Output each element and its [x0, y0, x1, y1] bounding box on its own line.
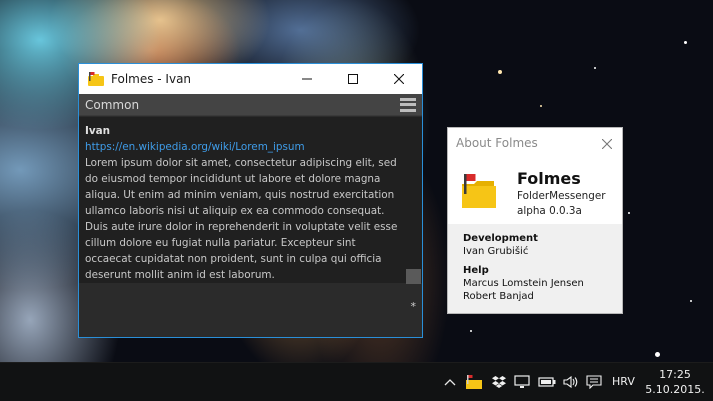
- channel-label[interactable]: Common: [85, 98, 400, 112]
- taskbar: HRV 17:25 5.10.2015.: [0, 362, 713, 401]
- message-text: Lorem ipsum dolor sit amet, consectetur …: [85, 157, 398, 281]
- folmes-app-icon: [87, 71, 105, 87]
- hamburger-menu-icon[interactable]: [400, 97, 416, 112]
- about-app-subtitle: FolderMessenger: [517, 190, 606, 202]
- clock-time: 17:25: [659, 368, 691, 381]
- help-heading: Help: [463, 265, 489, 276]
- wallpaper-star: [628, 212, 630, 214]
- chevron-up-icon[interactable]: [442, 373, 458, 391]
- about-credits: Development Ivan Grubišić Help Marcus Lo…: [448, 224, 622, 303]
- developer-name: Ivan Grubišić: [463, 246, 529, 257]
- clock-date: 5.10.2015.: [645, 383, 705, 396]
- wallpaper-star: [690, 300, 692, 302]
- wallpaper-star: [594, 67, 596, 69]
- wallpaper-star: [470, 330, 472, 332]
- message-input[interactable]: [79, 284, 422, 337]
- battery-icon[interactable]: [537, 373, 557, 391]
- main-window: Folmes - Ivan Common Ivan https://en.wik…: [78, 63, 423, 338]
- development-heading: Development: [463, 233, 538, 244]
- minimize-button[interactable]: [284, 64, 330, 94]
- close-button[interactable]: [376, 64, 422, 94]
- wallpaper-star: [540, 105, 542, 107]
- language-indicator[interactable]: HRV: [612, 375, 635, 388]
- channel-header: Common: [79, 94, 422, 116]
- about-window: About Folmes Folmes FolderMessenger alph…: [447, 127, 623, 314]
- maximize-button[interactable]: [330, 64, 376, 94]
- about-app-name: Folmes: [517, 169, 581, 188]
- wallpaper-star: [684, 41, 687, 44]
- dropbox-icon[interactable]: [490, 373, 508, 391]
- folmes-tray-icon[interactable]: [464, 373, 484, 391]
- helper-name: Marcus Lomstein Jensen: [463, 278, 584, 289]
- message-link[interactable]: https://en.wikipedia.org/wiki/Lorem_ipsu…: [85, 139, 404, 155]
- main-window-titlebar[interactable]: Folmes - Ivan: [79, 64, 422, 94]
- wallpaper-star: [498, 70, 502, 74]
- message-list[interactable]: Ivan https://en.wikipedia.org/wiki/Lorem…: [79, 117, 422, 283]
- notifications-icon[interactable]: [585, 373, 603, 391]
- input-marker: *: [410, 300, 417, 313]
- wallpaper-star: [655, 352, 660, 357]
- about-app-version: alpha 0.0.3a: [517, 205, 582, 217]
- about-close-button[interactable]: [592, 134, 622, 153]
- folmes-logo-icon: [460, 172, 498, 210]
- about-window-title: About Folmes: [456, 136, 538, 150]
- about-header: Folmes FolderMessenger alpha 0.0.3a: [448, 158, 622, 224]
- about-window-titlebar[interactable]: About Folmes: [448, 128, 622, 158]
- scrollbar-thumb[interactable]: [406, 269, 421, 284]
- message-author: Ivan: [85, 125, 111, 137]
- volume-icon[interactable]: [562, 373, 580, 391]
- network-icon[interactable]: [513, 373, 531, 391]
- helper-name: Robert Banjad: [463, 291, 534, 302]
- main-window-title: Folmes - Ivan: [111, 72, 192, 86]
- clock[interactable]: 17:25 5.10.2015.: [645, 367, 705, 397]
